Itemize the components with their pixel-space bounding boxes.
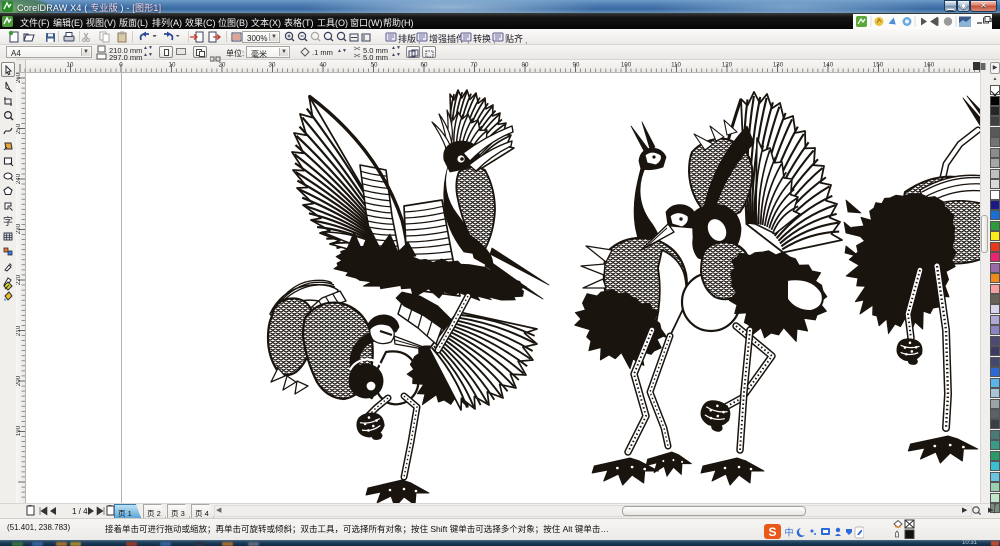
svg-text:110: 110 [671,62,681,69]
svg-text:120: 120 [722,62,733,69]
svg-text:190: 190 [16,425,22,436]
svg-text:30: 30 [269,62,276,69]
svg-text:230: 230 [16,223,22,234]
svg-text:40: 40 [320,62,327,69]
svg-text:90: 90 [573,62,580,69]
svg-text:220: 220 [16,274,22,285]
svg-text:中: 中 [784,527,793,538]
svg-text:字: 字 [3,215,13,228]
svg-text:80: 80 [522,62,529,69]
svg-text:130: 130 [773,62,784,69]
svg-text:S: S [768,525,776,539]
svg-text:100: 100 [621,62,632,69]
svg-text:50: 50 [371,62,378,69]
svg-text:140: 140 [823,62,834,69]
svg-text:250: 250 [16,123,22,134]
svg-text:10: 10 [67,62,74,69]
svg-text:10: 10 [169,62,176,69]
svg-text:260: 260 [16,73,22,83]
svg-text:160: 160 [924,62,935,69]
svg-text:60: 60 [421,62,428,69]
svg-text:210: 210 [16,325,22,336]
svg-text:1 / 4: 1 / 4 [72,507,88,516]
svg-text:20: 20 [219,62,226,69]
svg-text:240: 240 [16,173,22,184]
svg-text:0: 0 [119,62,123,69]
svg-text:200: 200 [16,375,22,386]
svg-text:70: 70 [471,62,478,69]
svg-text:150: 150 [873,62,884,69]
